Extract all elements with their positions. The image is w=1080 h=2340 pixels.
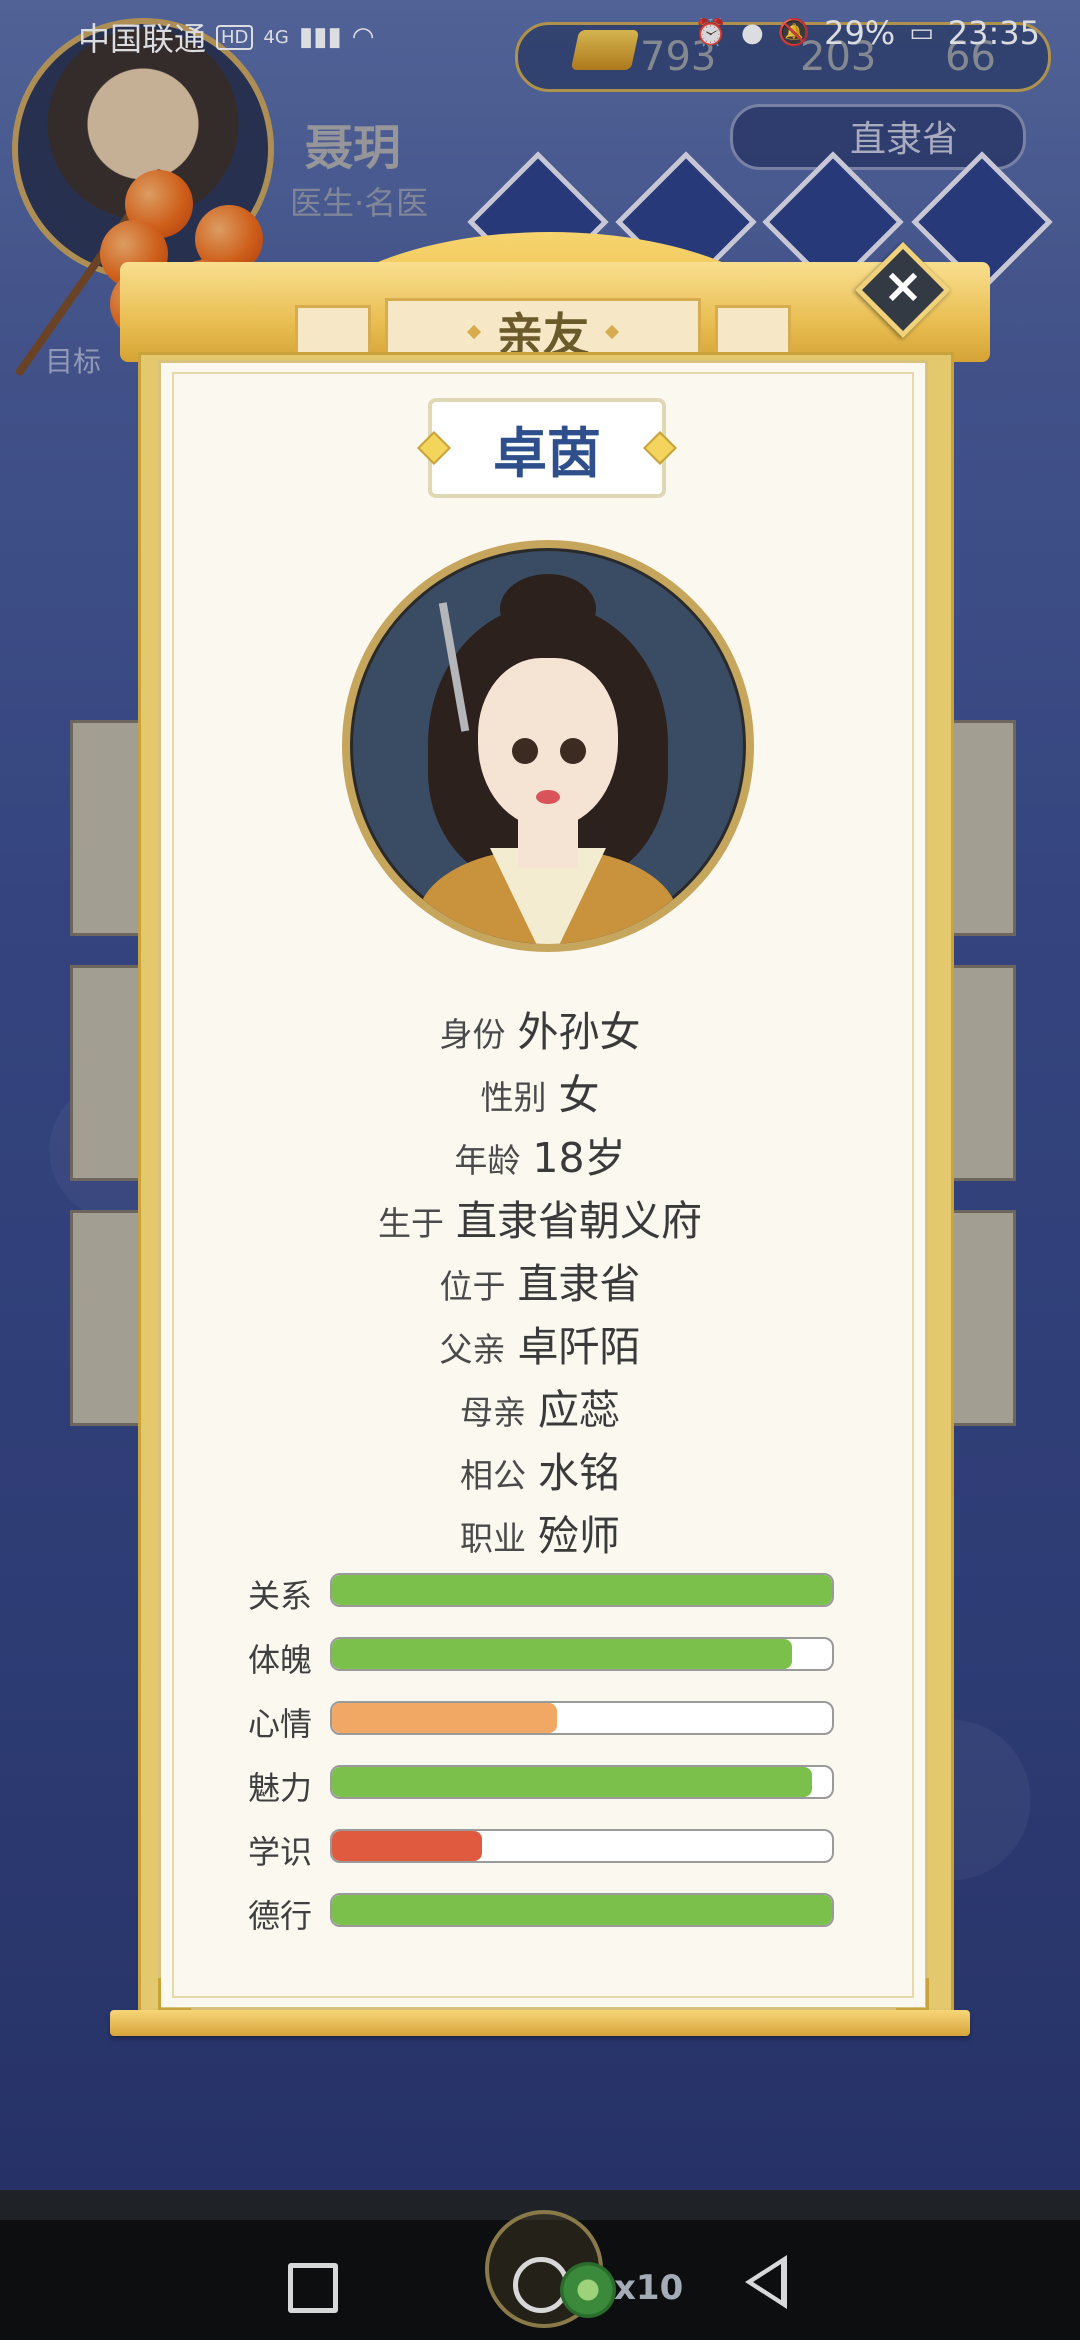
stat-bar-mood xyxy=(330,1701,834,1735)
back-icon xyxy=(753,2264,781,2300)
stat-label-relationship: 关系 xyxy=(248,1577,313,1615)
stat-bar-relationship xyxy=(330,1573,834,1607)
info-row-location: 位于 直隶省 xyxy=(439,1260,641,1308)
stat-bar-charm xyxy=(330,1765,834,1799)
stat-fill xyxy=(332,1831,482,1861)
jade-coin-icon xyxy=(560,2262,616,2318)
character-portrait xyxy=(342,540,754,952)
stat-label-virtue: 德行 xyxy=(248,1897,313,1935)
info-row-birthplace: 生于 直隶省朝义府 xyxy=(378,1197,702,1245)
info-row-occupation: 职业 殓师 xyxy=(460,1512,620,1560)
info-row-husband: 相公 水铭 xyxy=(460,1449,620,1497)
info-row-gender: 性别女 xyxy=(480,1071,600,1119)
stat-bar-physique xyxy=(330,1637,834,1671)
character-name-plaque: 卓茵 xyxy=(428,398,666,498)
info-row-father: 父亲 卓阡陌 xyxy=(439,1323,641,1371)
corner-ornament-left xyxy=(158,1978,191,2011)
stat-fill xyxy=(332,1767,812,1797)
character-name: 卓茵 xyxy=(493,421,601,485)
stat-fill xyxy=(332,1895,832,1925)
stat-bar-knowledge xyxy=(330,1829,834,1863)
stat-label-charm: 魅力 xyxy=(248,1769,313,1807)
title-side-plaque-left xyxy=(295,305,371,357)
corner-ornament-right xyxy=(896,1978,929,2011)
info-row-mother: 母亲 应蕊 xyxy=(460,1386,620,1434)
stat-fill xyxy=(332,1703,557,1733)
stat-bar-virtue xyxy=(330,1893,834,1927)
info-row-age: 年龄 18岁 xyxy=(454,1134,626,1182)
info-row-identity: 身份 外孙女 xyxy=(439,1008,641,1056)
stat-label-mood: 心情 xyxy=(248,1705,313,1743)
title-side-plaque-right xyxy=(715,305,791,357)
scroll-bottom-rod xyxy=(110,2010,970,2036)
jade-coin-count: x10 xyxy=(614,2268,684,2308)
stat-label-physique: 体魄 xyxy=(248,1641,313,1679)
recents-button[interactable] xyxy=(288,2263,338,2313)
stat-label-knowledge: 学识 xyxy=(248,1833,313,1871)
stat-fill xyxy=(332,1575,832,1605)
close-icon[interactable]: × xyxy=(869,252,937,320)
stat-fill xyxy=(332,1639,792,1669)
